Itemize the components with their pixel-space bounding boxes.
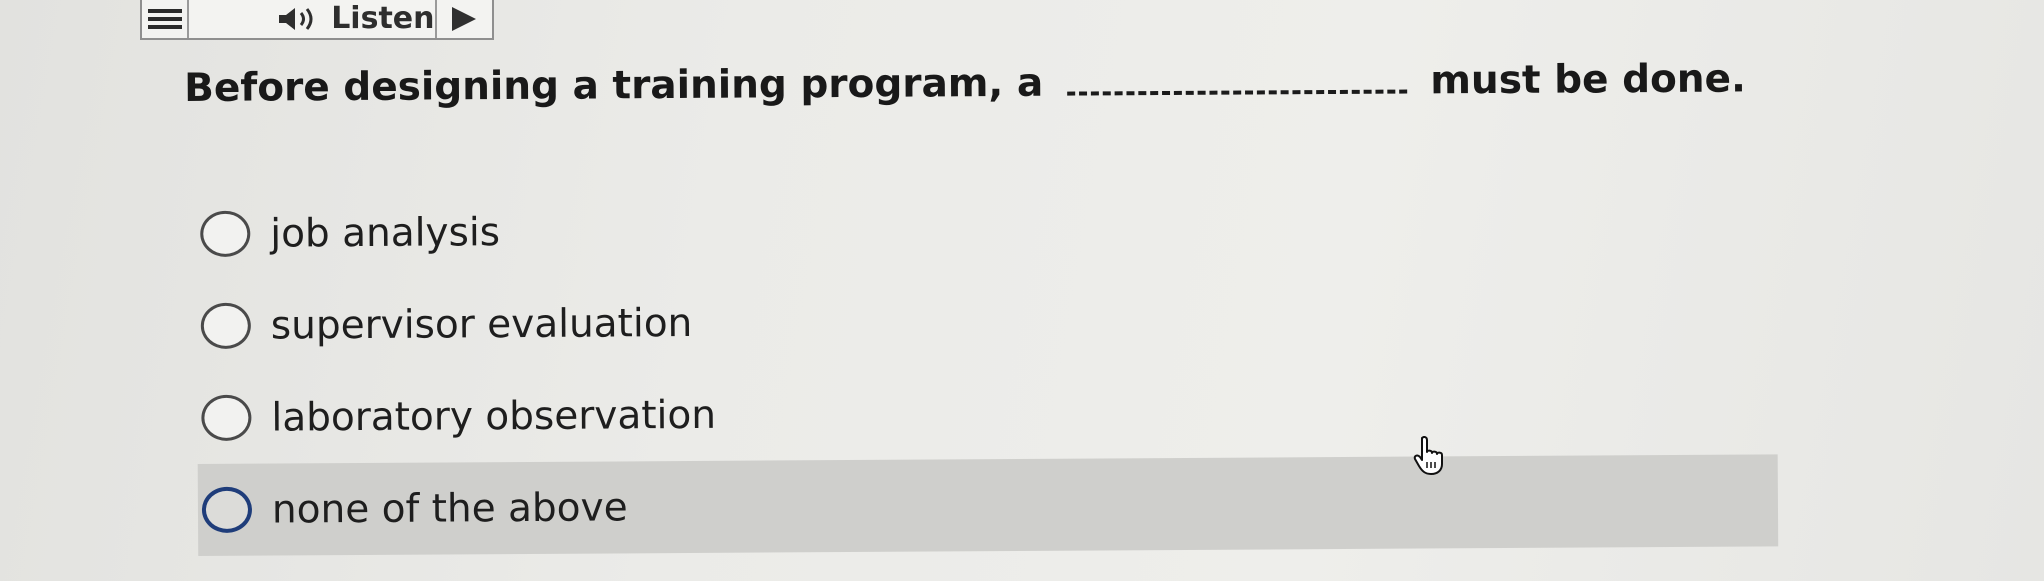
toolbar: Listen [140,0,494,40]
question-text-before: Before designing a training program, a [184,60,1044,111]
option-job-analysis[interactable]: job analysis [196,178,1777,280]
option-label: none of the above [271,484,628,533]
question-text: Before designing a training program, a m… [184,56,1746,111]
play-icon [452,7,477,31]
radio-button[interactable] [200,210,251,257]
option-laboratory-observation[interactable]: laboratory observation [197,362,1778,464]
answer-blank [1066,59,1407,96]
option-label: laboratory observation [271,392,717,441]
option-label: supervisor evaluation [270,300,693,349]
radio-button[interactable] [201,486,253,533]
option-none-of-the-above[interactable]: none of the above [197,454,1779,556]
option-supervisor-evaluation[interactable]: supervisor evaluation [197,270,1778,372]
radio-button[interactable] [200,302,251,349]
answer-options: job analysis supervisor evaluation labor… [196,178,1779,556]
radio-button[interactable] [201,394,252,441]
menu-icon [147,7,182,31]
hand-pointer-icon [1413,436,1443,475]
listen-label: Listen [331,0,435,36]
speaker-icon [279,8,313,30]
listen-button[interactable]: Listen [189,0,437,38]
play-button[interactable] [437,0,493,38]
menu-button[interactable] [142,0,190,38]
option-label: job analysis [270,209,501,257]
question-text-after: must be done. [1430,56,1747,104]
